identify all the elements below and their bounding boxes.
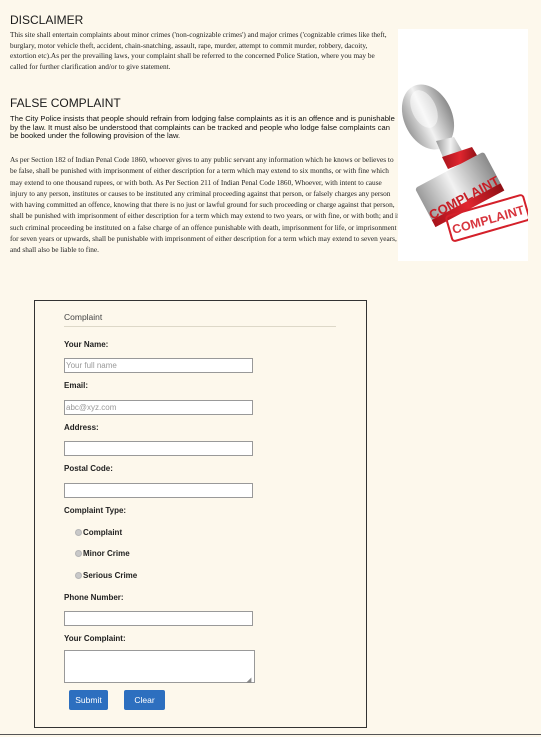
radio-circle[interactable] — [75, 550, 82, 557]
postal-code-input[interactable] — [64, 483, 253, 498]
false-complaint-heading: FALSE COMPLAINT — [10, 96, 121, 110]
radio-circle[interactable] — [75, 572, 82, 579]
address-label: Address: — [64, 423, 99, 432]
disclaimer-heading: DISCLAIMER — [10, 13, 84, 27]
radio-serious-crime[interactable]: Serious Crime — [75, 571, 137, 580]
false-complaint-legal-text: As per Section 182 of Indian Penal Code … — [10, 155, 400, 254]
radio-minor-crime[interactable]: Minor Crime — [75, 549, 130, 558]
radio-complaint[interactable]: Complaint — [75, 528, 122, 537]
email-label: Email: — [64, 381, 89, 390]
phone-input[interactable] — [64, 611, 253, 626]
name-input[interactable] — [64, 358, 253, 373]
clear-button[interactable]: Clear — [124, 690, 165, 710]
radio-serious-crime-label: Serious Crime — [83, 571, 138, 580]
name-label: Your Name: — [64, 340, 109, 349]
stamp-illustration: COMPLAINT COMPLAINT — [401, 84, 531, 242]
form-title: Complaint — [64, 312, 103, 322]
submit-button[interactable]: Submit — [69, 690, 108, 710]
disclaimer-text: This site shall entertain complaints abo… — [10, 30, 387, 71]
radio-complaint-label: Complaint — [83, 528, 123, 537]
resize-grip-icon[interactable]: ◢ — [246, 676, 251, 684]
complaint-stamp-image: COMPLAINT COMPLAINT — [398, 29, 531, 261]
complaint-type-label: Complaint Type: — [64, 506, 127, 515]
form-divider — [64, 326, 336, 327]
your-complaint-label: Your Complaint: — [64, 634, 126, 643]
page-bottom-divider — [0, 734, 541, 735]
complaint-form: Complaint Your Name: Email: Address: Pos… — [34, 300, 367, 728]
complaint-textarea[interactable] — [64, 650, 255, 683]
address-input[interactable] — [64, 441, 253, 456]
email-input[interactable] — [64, 400, 253, 415]
radio-minor-crime-label: Minor Crime — [83, 549, 130, 558]
false-complaint-lead: The City Police insists that people shou… — [10, 114, 395, 141]
phone-label: Phone Number: — [64, 593, 124, 602]
radio-circle[interactable] — [75, 529, 82, 536]
postal-code-label: Postal Code: — [64, 464, 113, 473]
